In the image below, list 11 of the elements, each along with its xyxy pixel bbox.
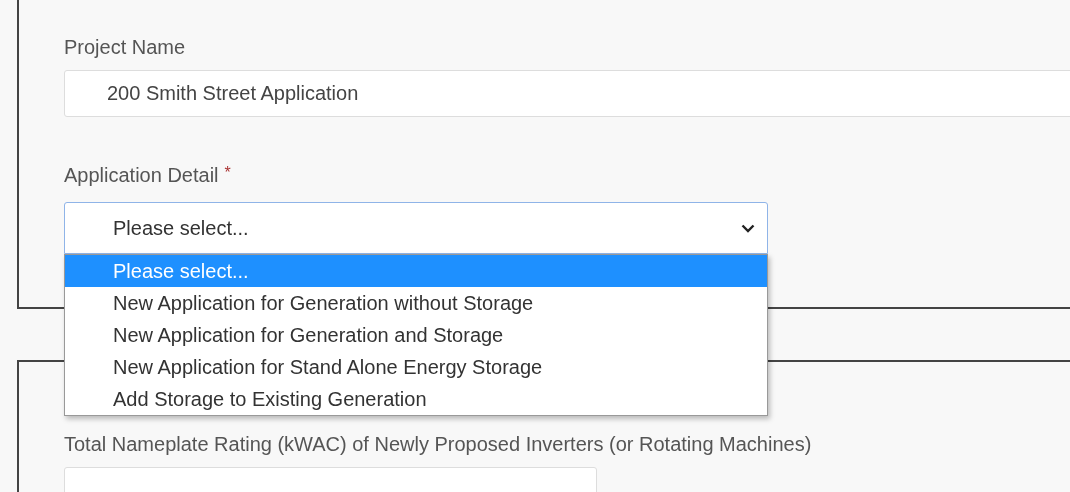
field-label: Application Detail xyxy=(64,163,219,187)
required-mark: * xyxy=(224,163,231,183)
chevron-down-icon xyxy=(741,223,755,233)
field-label: Total Nameplate Rating (kWAC) of Newly Proposed Inverters (or Rotating Machines) xyxy=(64,432,813,456)
dropdown-option[interactable]: New Application for Generation without Storage xyxy=(65,287,767,319)
dropdown-option[interactable]: New Application for Stand Alone Energy Storage xyxy=(65,351,767,383)
project-name-field[interactable]: 200 Smith Street Application xyxy=(64,70,1070,117)
field-label: Project Name xyxy=(64,35,187,59)
dropdown-option[interactable]: Add Storage to Existing Generation xyxy=(65,383,767,415)
dropdown-option[interactable]: New Application for Generation and Storage xyxy=(65,319,767,351)
application-detail-select[interactable]: Please select... xyxy=(64,202,768,254)
